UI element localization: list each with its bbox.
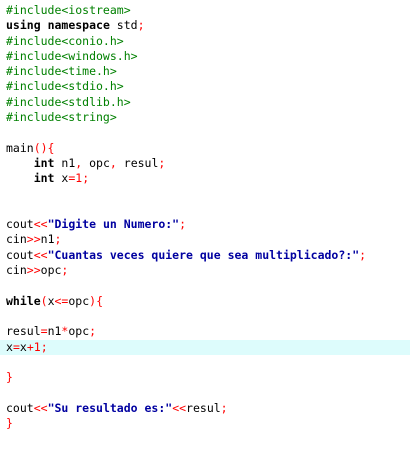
code-token: "Digite un Numero:"	[47, 217, 180, 232]
code-token: ;	[137, 18, 145, 33]
code-line[interactable]: }	[6, 370, 410, 385]
code-editor[interactable]: #include<iostream> using namespace std; #i…	[0, 0, 410, 468]
code-token: cout	[6, 400, 34, 415]
code-token: cin	[6, 232, 27, 247]
code-token: "Su resultado es:"	[47, 400, 173, 415]
code-token: >>	[26, 232, 41, 247]
code-line[interactable]: cin>>opc;	[6, 263, 410, 278]
code-line[interactable]: cin>>n1;	[6, 232, 410, 247]
code-token: resul	[116, 155, 159, 170]
code-token: ;	[82, 171, 90, 186]
code-token: x	[19, 339, 27, 354]
code-token: #include<stdio.h>	[6, 79, 124, 94]
code-token: <<	[172, 400, 187, 415]
code-line[interactable]: #include<stdlib.h>	[6, 95, 410, 110]
code-token: ;	[61, 263, 69, 278]
code-token: ;	[40, 339, 48, 354]
code-line[interactable]	[6, 202, 410, 217]
code-line[interactable]	[6, 278, 410, 293]
code-line[interactable]: #include<conio.h>	[6, 34, 410, 49]
code-token: "Cuantas veces quiere que sea multiplica…	[47, 247, 360, 262]
code-token: }	[6, 416, 13, 431]
code-token: std	[109, 18, 138, 33]
code-token: 1	[33, 339, 41, 354]
code-token: ;	[54, 232, 62, 247]
code-token: main	[6, 140, 34, 155]
code-token: x	[6, 339, 13, 354]
code-token: #include<stdlib.h>	[6, 94, 131, 109]
code-token: (){	[33, 140, 55, 155]
code-line[interactable]: int x=1;	[6, 171, 410, 186]
code-line[interactable]: }	[6, 416, 410, 431]
code-token: cout	[6, 217, 34, 232]
code-token: #include<time.h>	[6, 64, 117, 79]
code-token: resul	[186, 400, 221, 415]
code-line[interactable]: resul=n1*opc;	[6, 324, 410, 339]
code-token: ;	[89, 324, 97, 339]
code-token: (	[40, 293, 48, 308]
code-token: #include<iostream>	[6, 3, 131, 17]
code-line[interactable]: while(x<=opc){	[6, 294, 410, 309]
code-token: opc	[40, 263, 62, 278]
code-token: int	[33, 155, 55, 170]
code-token: opc	[68, 324, 90, 339]
code-line[interactable]	[6, 385, 410, 400]
code-token: int	[33, 171, 55, 186]
code-token: <<	[33, 400, 48, 415]
code-token: ,	[109, 155, 117, 170]
code-line[interactable]	[6, 309, 410, 324]
code-token: >>	[26, 263, 41, 278]
code-token: ;	[359, 247, 367, 262]
code-token: n1	[47, 324, 62, 339]
code-token: x	[54, 171, 69, 186]
code-token: +	[26, 339, 34, 354]
code-token: }	[6, 370, 13, 385]
code-token: while	[6, 293, 41, 308]
code-line[interactable]: #include<string>	[6, 110, 410, 125]
code-token: =	[40, 324, 48, 339]
code-token: x	[47, 293, 55, 308]
code-line[interactable]: cout<<"Su resultado es:"<<resul;	[6, 401, 410, 416]
code-line[interactable]: cout<<"Cuantas veces quiere que sea mult…	[6, 248, 410, 263]
code-area[interactable]: #include<iostream> using namespace std; #i…	[0, 3, 410, 431]
code-token: opc	[68, 293, 90, 308]
code-token: ;	[158, 155, 166, 170]
code-line[interactable]: main(){	[6, 141, 410, 156]
code-token: cout	[6, 247, 34, 262]
code-line[interactable]	[6, 355, 410, 370]
code-token: <<	[33, 217, 48, 232]
code-line[interactable]: #include<stdio.h>	[6, 79, 410, 94]
code-token: n1	[54, 155, 76, 170]
code-line[interactable]: #include<windows.h>	[6, 49, 410, 64]
code-token: namespace	[47, 18, 110, 33]
code-token: opc	[82, 155, 110, 170]
code-token: n1	[40, 232, 55, 247]
code-line[interactable]: #include<iostream>	[6, 3, 410, 18]
code-line[interactable]	[6, 125, 410, 140]
code-token: cin	[6, 263, 27, 278]
code-token: ;	[220, 400, 228, 415]
code-token: #include<conio.h>	[6, 33, 124, 48]
code-line[interactable]: int n1, opc, resul;	[6, 156, 410, 171]
code-token: using	[6, 18, 41, 33]
code-line-current[interactable]: x=x+1;	[0, 339, 410, 355]
code-token: =	[12, 339, 20, 354]
code-line[interactable]: cout<<"Digite un Numero:";	[6, 217, 410, 232]
code-token: #include<windows.h>	[6, 48, 138, 63]
code-token: resul	[6, 324, 41, 339]
code-token: <=	[54, 293, 69, 308]
code-line[interactable]: #include<time.h>	[6, 64, 410, 79]
code-line[interactable]: using namespace std;	[6, 18, 410, 33]
code-token: ;	[179, 217, 187, 232]
code-token: <<	[33, 247, 48, 262]
code-token: ){	[89, 293, 103, 308]
code-line[interactable]	[6, 187, 410, 202]
code-token: #include<string>	[6, 110, 117, 125]
